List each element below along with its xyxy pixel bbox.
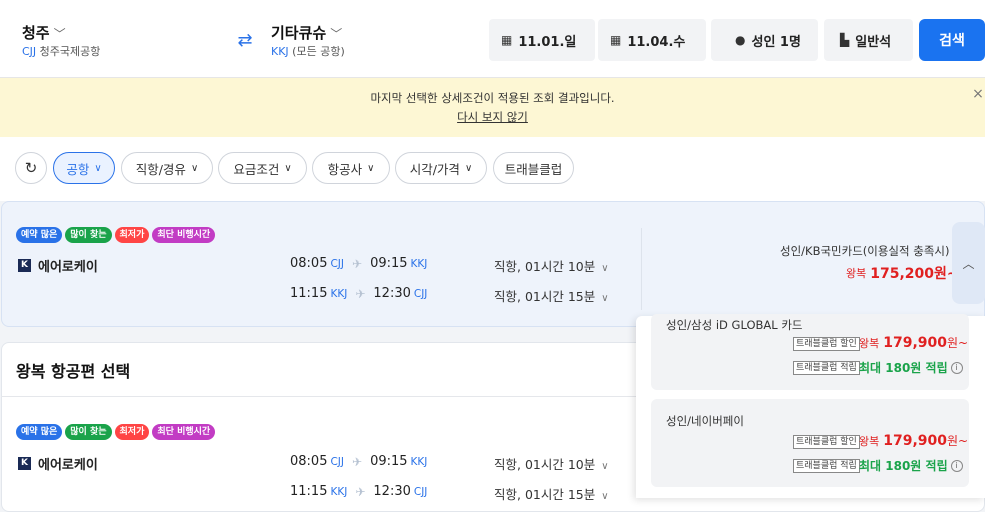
destination-selector[interactable]: 기타큐슈 ﹀ [271,22,342,43]
offer-price: 왕복 179,900 원~ [859,432,969,449]
fare-offer[interactable]: 성인/네이버페이 트래블클럽 할인 왕복 179,900 원~ 트래블클럽 적립 최… [651,399,969,487]
reward-tag: 트래블클럽 적립 [793,459,860,473]
badge-searched: 많이 찾는 [65,424,112,440]
badge-shortest: 최단 비행시간 [152,227,216,243]
calendar-icon: ▦ [501,33,513,47]
chevron-down-icon: ∨ [464,162,473,174]
destination-airport: KKJ (모든 공항) [271,45,345,58]
outbound-times: 08:05 CJJ ✈ 09:15 KKJ [290,454,428,469]
badge-popular: 예약 많은 [16,424,63,440]
badge-lowest: 최저가 [114,424,150,440]
reward-tag: 트래블클럽 적립 [793,361,860,375]
refresh-button[interactable]: ↻ [15,152,47,184]
badge-group: 예약 많은 많이 찾는 최저가 최단 비행시간 [16,419,218,440]
return-duration[interactable]: 직항, 01시간 15분 ∨ [494,484,609,503]
offer-reward: 최대 180원 적립 i [859,457,963,474]
person-icon: ● [735,33,746,47]
flight-price[interactable]: 왕복 175,200원~ [846,263,959,283]
badge-searched: 많이 찾는 [65,227,112,243]
filter-time-price[interactable]: 시각/가격 ∨ [395,152,487,184]
chevron-down-icon: ∨ [601,263,609,274]
notice-message: 마지막 선택한 상세조건이 적용된 조회 결과입니다. [370,91,615,105]
outbound-duration[interactable]: 직항, 01시간 10분 ∨ [494,256,609,275]
flight-card[interactable] [1,201,985,327]
search-header: 청주 ﹀ CJJ 청주국제공항 ⇄ 기타큐슈 ﹀ KKJ (모든 공항) ▦ 11.0… [0,0,985,78]
card-condition: 성인/KB국민카드(이용실적 충족시) [780,244,950,258]
filter-fare[interactable]: 요금조건 ∨ [218,152,307,184]
fare-offer[interactable]: 성인/삼성 iD GLOBAL 카드 트래블클럽 할인 왕복 179,900 원~ … [651,314,969,390]
divider [1,396,637,397]
chevron-down-icon: ∨ [190,162,199,174]
section-title: 왕복 항공편 선택 [16,362,131,381]
return-times: 11:15 KKJ ✈ 12:30 CJJ [290,484,428,499]
depart-date-button[interactable]: ▦ 11.01.일 [489,19,595,61]
offer-reward: 최대 180원 적립 i [859,359,963,376]
outbound-times: 08:05 CJJ ✈ 09:15 KKJ [290,256,428,271]
search-button[interactable]: 검색 [919,19,985,61]
refresh-icon: ↻ [24,159,38,177]
calendar-icon: ▦ [610,33,622,47]
dismiss-link[interactable]: 다시 보지 않기 [0,109,985,125]
badge-lowest: 최저가 [114,227,150,243]
filter-travel-club[interactable]: 트래블클럽 [493,152,574,184]
airline-logo-icon: K [18,259,31,272]
badge-shortest: 최단 비행시간 [152,424,216,440]
chevron-down-icon: ﹀ [53,27,66,41]
origin-airport: CJJ 청주국제공항 [22,45,101,58]
filter-direct[interactable]: 직항/경유 ∨ [121,152,213,184]
chevron-down-icon: ∨ [601,293,609,304]
airline-name: K 에어로케이 [18,454,98,473]
badge-popular: 예약 많은 [16,227,63,243]
chevron-down-icon: ∨ [284,162,292,174]
chevron-down-icon: ∨ [367,162,375,174]
close-icon[interactable]: × [971,86,985,102]
airplane-icon: ✈ [355,484,366,499]
chevron-up-icon: ︿ [962,256,975,271]
outbound-duration[interactable]: 직항, 01시간 10분 ∨ [494,454,609,473]
info-icon[interactable]: i [950,361,963,374]
airplane-icon: ✈ [352,256,363,271]
offer-price: 왕복 179,900 원~ [859,334,969,351]
collapse-button[interactable]: ︿ [952,222,985,304]
discount-tag: 트래블클럽 할인 [793,435,860,449]
chevron-down-icon: ∨ [94,162,102,174]
chevron-down-icon: ﹀ [330,27,343,41]
passengers-button[interactable]: ● 성인 1명 [711,19,818,61]
chevron-down-icon: ∨ [601,461,609,472]
swap-icon[interactable]: ⇄ [232,28,258,54]
filter-bar: ↻ 공항 ∨ 직항/경유 ∨ 요금조건 ∨ 항공사 ∨ 시각/가격 ∨ 트래블클럽 [0,137,985,201]
info-icon[interactable]: i [950,459,963,472]
airplane-icon: ✈ [352,454,363,469]
airline-name: K 에어로케이 [18,256,98,275]
cabin-button[interactable]: ▙ 일반석 [824,19,913,61]
origin-selector[interactable]: 청주 ﹀ [22,22,66,43]
badge-group: 예약 많은 많이 찾는 최저가 최단 비행시간 [16,222,218,243]
divider [641,228,642,310]
discount-tag: 트래블클럽 할인 [793,337,860,351]
seat-icon: ▙ [840,33,850,47]
fare-options-popover: 성인/삼성 iD GLOBAL 카드 트래블클럽 할인 왕복 179,900 원~ … [636,314,985,498]
notice-banner: 마지막 선택한 상세조건이 적용된 조회 결과입니다. 다시 보지 않기 × [0,78,985,137]
airplane-icon: ✈ [355,286,366,301]
return-times: 11:15 KKJ ✈ 12:30 CJJ [290,286,428,301]
filter-airport[interactable]: 공항 ∨ [53,152,115,184]
chevron-down-icon: ∨ [601,491,609,502]
filter-airline[interactable]: 항공사 ∨ [312,152,390,184]
return-date-button[interactable]: ▦ 11.04.수 [598,19,706,61]
airline-logo-icon: K [18,457,31,470]
return-duration[interactable]: 직항, 01시간 15분 ∨ [494,286,609,305]
